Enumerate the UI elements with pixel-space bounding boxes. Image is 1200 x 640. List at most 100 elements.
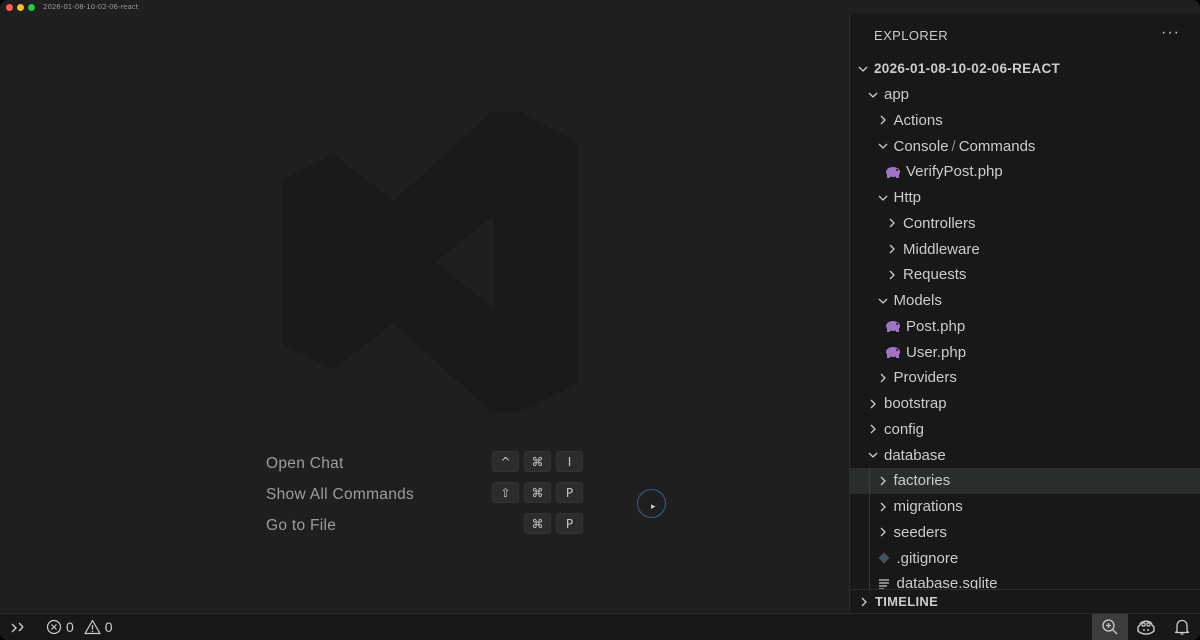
chevron-down-icon [855, 61, 871, 77]
tree-item-label: config [884, 420, 925, 438]
chevron-down-icon [865, 87, 881, 103]
workspace-root-label: 2026-01-08-10-02-06-REACT [874, 61, 1061, 77]
warning-icon [84, 619, 101, 635]
tree-item-label: User.php [906, 343, 967, 361]
chevron-down-icon [875, 293, 891, 309]
folder-database[interactable]: database [850, 442, 1200, 468]
folder-actions[interactable]: Actions [850, 108, 1200, 134]
remote-icon [11, 622, 24, 633]
shortcut-row[interactable]: Open Chat ^ ⌘ I [266, 448, 586, 479]
timeline-label: TIMELINE [875, 594, 939, 609]
window-controls [6, 3, 35, 11]
file-tree: app Actions Console / Commands VerifyPost.php… [850, 82, 1200, 597]
folder-models[interactable]: Models [850, 288, 1200, 314]
chevron-right-icon [884, 267, 900, 283]
folder-config[interactable]: config [850, 417, 1200, 443]
file-item[interactable]: VerifyPost.php [850, 159, 1200, 185]
indent-guide [869, 493, 870, 520]
chevron-right-icon [865, 396, 881, 412]
php-elephant-icon [884, 318, 902, 334]
zoom-icon [1102, 619, 1118, 635]
folder-factories[interactable]: factories [850, 468, 1200, 494]
chevron-right-icon [884, 241, 900, 257]
keybinding-key: ⌘ [524, 482, 551, 503]
window-title: 2026-01-08-10-02-06-react [43, 3, 139, 11]
tree-item-label: VerifyPost.php [906, 163, 1003, 181]
folder-providers[interactable]: Providers [850, 365, 1200, 391]
chevron-right-icon [875, 524, 891, 540]
keybinding-key: ⌘ [524, 513, 551, 534]
chevron-down-icon [865, 447, 881, 463]
folder-app[interactable]: app [850, 82, 1200, 108]
folder-controllers[interactable]: Controllers [850, 211, 1200, 237]
tree-item-label: seeders [893, 523, 947, 541]
shortcut-keys: ⌘ P [524, 513, 583, 534]
status-bar-right [1092, 614, 1200, 640]
chevron-right-icon [865, 421, 881, 437]
folder-middleware[interactable]: Middleware [850, 236, 1200, 262]
tree-item-label: Providers [893, 369, 957, 387]
tree-item-label: database [884, 446, 946, 464]
chevron-right-icon [875, 112, 891, 128]
indent-guide [869, 519, 870, 546]
folder-console[interactable]: Console / Commands [850, 133, 1200, 159]
keybinding-key: P [556, 513, 583, 534]
file-item[interactable]: Post.php [850, 314, 1200, 340]
folder-seeders[interactable]: seeders [850, 519, 1200, 546]
shortcut-row[interactable]: Go to File ⌘ P [266, 510, 586, 541]
explorer-sidebar: EXPLORER ··· 2026-01-08-10-02-06-REACT a… [849, 14, 1200, 613]
chevron-right-icon [884, 215, 900, 231]
tree-item-label: factories [893, 472, 951, 490]
keybinding-key: ^ [492, 451, 519, 472]
tree-item-label: Http [893, 189, 922, 207]
keybinding-key: P [556, 482, 583, 503]
copilot-icon [1137, 620, 1155, 635]
chevron-right-icon [875, 499, 891, 515]
explorer-title: EXPLORER [874, 27, 949, 43]
copilot-button[interactable] [1128, 614, 1164, 640]
timeline-section-header[interactable]: TIMELINE [850, 589, 1200, 613]
tree-item-label: migrations [893, 498, 963, 516]
shortcut-label: Go to File [266, 516, 337, 534]
file-item[interactable]: User.php [850, 339, 1200, 365]
ellipsis-icon[interactable]: ··· [1161, 24, 1180, 42]
tree-item-label: Middleware [903, 240, 980, 258]
path-separator: / [951, 137, 956, 155]
file-item[interactable]: .gitignore [850, 545, 1200, 571]
status-bar: 0 0 [0, 613, 1200, 640]
bell-icon [1174, 619, 1190, 635]
tree-item-label: Models [893, 292, 942, 310]
indent-guide [869, 545, 870, 571]
remote-indicator-button[interactable] [0, 614, 36, 640]
maximize-window-button[interactable] [28, 3, 35, 11]
folder-bootstrap[interactable]: bootstrap [850, 391, 1200, 417]
explorer-header: EXPLORER ··· [850, 14, 1200, 56]
editor-empty-area[interactable]: Open Chat ^ ⌘ I Show All Commands ⇧ ⌘ P Go to Fi… [0, 14, 849, 613]
tree-item-label-compact: Commands [958, 137, 1036, 155]
title-bar: 2026-01-08-10-02-06-react [0, 0, 1200, 14]
folder-requests[interactable]: Requests [850, 262, 1200, 288]
shortcut-row[interactable]: Show All Commands ⇧ ⌘ P [266, 479, 586, 510]
vscode-window: 2026-01-08-10-02-06-react Open Chat ^ ⌘ I Sh… [0, 0, 1200, 640]
chevron-right-icon [856, 594, 872, 610]
keybinding-key: ⌘ [524, 451, 551, 472]
mouse-pointer-icon: ▸ [651, 501, 656, 511]
tree-item-label: Console [893, 137, 949, 155]
folder-http[interactable]: Http [850, 185, 1200, 211]
minimize-window-button[interactable] [17, 3, 24, 11]
tree-item-label: bootstrap [884, 395, 947, 413]
chevron-down-icon [875, 190, 891, 206]
tree-item-label: Requests [903, 266, 967, 284]
tree-item-label: Controllers [903, 214, 976, 232]
zoom-button[interactable] [1092, 614, 1128, 640]
workspace-root-folder[interactable]: 2026-01-08-10-02-06-REACT [850, 56, 1200, 82]
tree-item-label: Actions [893, 111, 943, 129]
notifications-button[interactable] [1164, 614, 1200, 640]
chevron-down-icon [875, 138, 891, 154]
php-elephant-icon [884, 344, 902, 360]
folder-migrations[interactable]: migrations [850, 493, 1200, 520]
chevron-right-icon [875, 473, 891, 489]
shortcut-label: Show All Commands [266, 485, 415, 503]
close-window-button[interactable] [6, 3, 13, 11]
problems-indicator[interactable]: 0 0 [46, 619, 119, 635]
